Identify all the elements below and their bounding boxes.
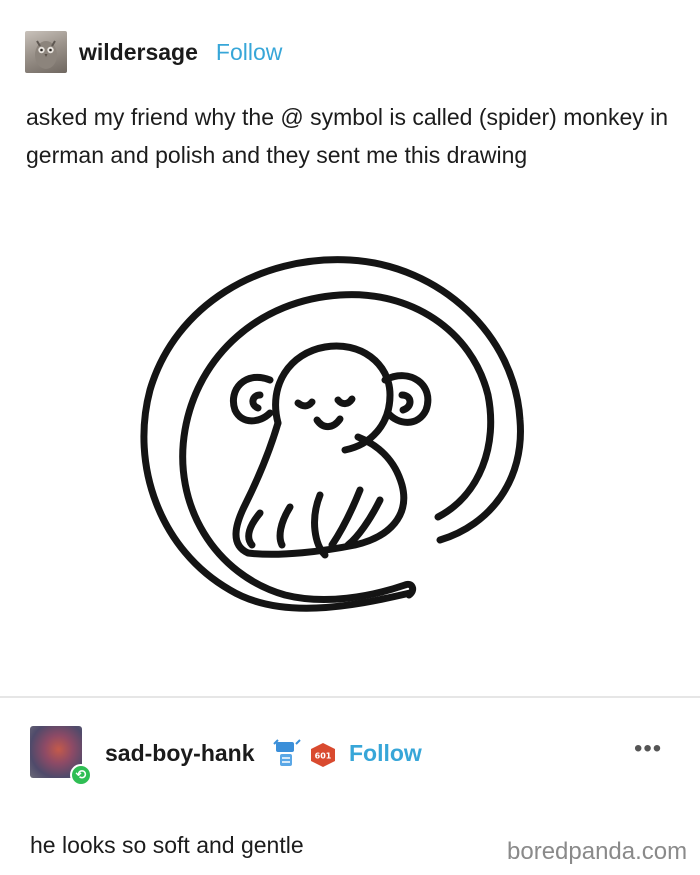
author-username[interactable]: wildersage	[79, 39, 198, 66]
follow-button[interactable]: Follow	[216, 39, 282, 66]
reblog-text: he looks so soft and gentle	[30, 832, 304, 858]
reblog-follow-button[interactable]: Follow	[349, 740, 422, 767]
post-header: wildersage Follow	[25, 30, 282, 74]
monkey-leg-1	[245, 509, 264, 549]
tail-outer-curve	[140, 256, 524, 612]
reblog-author-username[interactable]: sad-boy-hank	[105, 740, 255, 767]
red-badge-icon[interactable]: 601	[309, 742, 337, 768]
monkey-right-eye	[334, 395, 356, 408]
monkey-mouth	[313, 415, 344, 431]
original-post: wildersage Follow asked my friend why th…	[0, 0, 700, 695]
monkey-at-symbol-drawing	[140, 256, 524, 612]
left-ear-inner	[249, 391, 264, 412]
monkey-leg-2	[276, 503, 294, 549]
post-caption: asked my friend why the @ symbol is call…	[26, 104, 669, 168]
more-options-button[interactable]: •••	[634, 737, 662, 761]
watermark: boredpanda.com	[507, 838, 688, 865]
owl-avatar-icon[interactable]	[25, 31, 67, 73]
monkey-arm-left	[311, 491, 329, 559]
tail-inner-curve	[179, 291, 495, 604]
monkey-head	[272, 342, 394, 454]
reblog-icon: ⟲	[70, 764, 92, 786]
blue-badge-icon[interactable]	[272, 738, 302, 770]
right-ear-inner	[398, 391, 414, 414]
monkey-body	[232, 419, 408, 558]
monkey-left-eye	[294, 398, 316, 410]
red-badge-text: 601	[315, 752, 332, 761]
